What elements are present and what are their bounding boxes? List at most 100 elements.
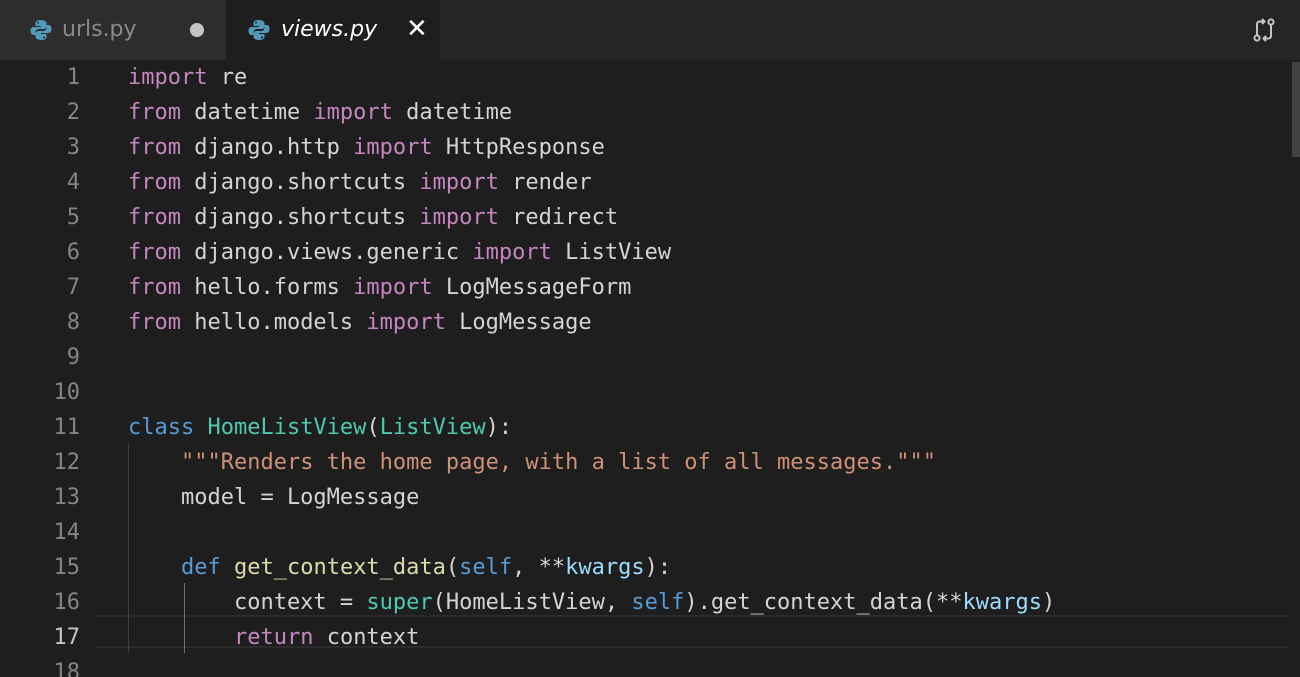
code-line[interactable]: 10 (0, 375, 1300, 410)
code-token: ( (366, 415, 380, 440)
code-token: django.shortcuts (180, 170, 420, 195)
line-number: 7 (66, 275, 80, 300)
line-number: 6 (66, 240, 80, 265)
code-token: import (313, 100, 393, 125)
scrollbar-thumb[interactable] (1292, 62, 1300, 157)
code-token: django.http (180, 135, 354, 160)
line-number: 14 (53, 520, 81, 545)
python-icon (248, 20, 270, 40)
code-token: from (128, 135, 181, 160)
code-token: render (498, 170, 592, 195)
code-token: hello.forms (180, 275, 354, 300)
unsaved-changes-dot-icon[interactable] (190, 23, 204, 37)
code-token: """Renders the home page, with a list of… (180, 450, 936, 475)
tab-label: views.py (281, 17, 378, 42)
tab-label: urls.py (62, 17, 137, 42)
code-token: kwargs (565, 555, 645, 580)
line-number: 12 (53, 450, 81, 475)
code-line[interactable]: 9 (0, 340, 1300, 375)
code-line[interactable]: 13 model = LogMessage (0, 480, 1300, 515)
code-line[interactable]: 1 import re (0, 60, 1300, 95)
code-line[interactable]: 3 from django.http import HttpResponse (0, 130, 1300, 165)
code-text: from django.shortcuts import redirect (128, 200, 618, 235)
code-token: get_context_data (233, 555, 446, 580)
code-token: self (459, 555, 513, 580)
code-token: return (233, 625, 314, 650)
code-token: datetime (180, 100, 314, 125)
code-token: django.shortcuts (180, 205, 420, 230)
code-token: from (128, 100, 181, 125)
code-line[interactable]: 14 (0, 515, 1300, 550)
code-token: (HomeListView, (432, 590, 632, 615)
code-text: import re (128, 60, 247, 95)
code-line[interactable]: 18 (0, 655, 1300, 677)
code-token: ): (644, 555, 672, 580)
code-token: import (353, 275, 433, 300)
code-token: import (353, 135, 433, 160)
code-token: ListView (379, 415, 486, 440)
code-token: LogMessageForm (432, 275, 632, 300)
code-token: context (313, 625, 420, 650)
code-text: from datetime import datetime (128, 95, 512, 130)
code-token: ): (485, 415, 513, 440)
code-token: from (128, 240, 181, 265)
code-token: import (419, 205, 499, 230)
code-line[interactable]: 11 class HomeListView(ListView): (0, 410, 1300, 445)
tab-urls-py[interactable]: urls.py (0, 0, 226, 60)
code-token: re (207, 65, 248, 90)
code-token: class (128, 415, 195, 440)
code-line[interactable]: 4 from django.shortcuts import render (0, 165, 1300, 200)
code-line[interactable]: 7 from hello.forms import LogMessageForm (0, 270, 1300, 305)
code-token: datetime (392, 100, 513, 125)
code-token: context = (128, 590, 367, 615)
line-number: 2 (66, 100, 80, 125)
close-icon[interactable]: ✕ (406, 15, 428, 43)
code-line[interactable]: 2 from datetime import datetime (0, 95, 1300, 130)
code-token: import (472, 240, 552, 265)
code-token: kwargs (962, 590, 1042, 615)
code-token: get_context_data(** (710, 590, 963, 615)
code-line[interactable]: 16 context = super(HomeListView, self).g… (0, 585, 1300, 620)
code-line[interactable]: 15 def get_context_data(self, **kwargs): (0, 550, 1300, 585)
line-number: 1 (66, 65, 80, 90)
tab-bar: urls.py views.py ✕ (0, 0, 1300, 60)
code-text: from django.views.generic import ListVie… (128, 235, 671, 270)
code-editor[interactable]: 1 import re 2 from datetime import datetime… (0, 60, 1300, 677)
code-line[interactable]: 12 """Renders the home page, with a list… (0, 445, 1300, 480)
code-line[interactable]: 8 from hello.models import LogMessage (0, 305, 1300, 340)
code-token: model = LogMessage (128, 485, 420, 510)
code-token: HomeListView (207, 415, 367, 440)
line-number: 18 (53, 660, 81, 677)
code-token: from (128, 310, 181, 335)
line-number: 5 (66, 205, 80, 230)
tab-views-py[interactable]: views.py ✕ (226, 0, 440, 60)
code-token: redirect (498, 205, 619, 230)
code-line[interactable]: 17 return context (0, 620, 1300, 655)
code-token: , ** (512, 555, 566, 580)
line-number: 9 (66, 345, 80, 370)
code-token: from (128, 205, 181, 230)
code-line[interactable]: 5 from django.shortcuts import redirect (0, 200, 1300, 235)
code-token: from (128, 275, 181, 300)
code-text: context = super(HomeListView, self).get_… (128, 585, 1055, 620)
line-number: 4 (66, 170, 80, 195)
line-number: 16 (53, 590, 81, 615)
code-text: """Renders the home page, with a list of… (128, 445, 936, 480)
code-token: django.views.generic (180, 240, 473, 265)
code-token: import (366, 310, 446, 335)
code-line[interactable]: 6 from django.views.generic import ListVi… (0, 235, 1300, 270)
code-token: ). (684, 590, 711, 615)
code-token: ( (445, 555, 460, 580)
code-text: model = LogMessage (128, 480, 419, 515)
code-text: class HomeListView(ListView): (128, 410, 512, 445)
line-number: 3 (66, 135, 80, 160)
git-compare-icon[interactable] (1250, 16, 1278, 44)
line-number: 8 (66, 310, 80, 335)
code-token: super (366, 590, 433, 615)
code-token: HttpResponse (432, 135, 605, 160)
